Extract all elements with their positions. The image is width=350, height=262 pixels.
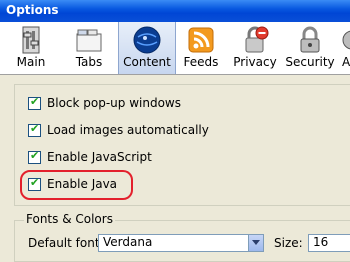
- tab-privacy[interactable]: Privacy: [230, 22, 280, 74]
- tab-advanced[interactable]: A: [340, 22, 350, 74]
- globe-icon: [132, 25, 162, 55]
- default-font-dropdown-button[interactable]: [248, 234, 264, 252]
- tab-tabs[interactable]: Tabs: [66, 22, 112, 74]
- switch-icon: [16, 25, 46, 55]
- chevron-down-icon: [252, 240, 260, 245]
- default-font-select[interactable]: Verdana: [98, 234, 254, 252]
- tab-privacy-label: Privacy: [233, 55, 277, 69]
- advanced-icon: [340, 25, 350, 55]
- font-size-select[interactable]: 16: [308, 234, 350, 252]
- block-popups-checkbox[interactable]: ✔: [28, 95, 41, 110]
- tab-main[interactable]: Main: [8, 22, 54, 74]
- lock-icon: [240, 25, 270, 55]
- tab-main-label: Main: [16, 55, 46, 69]
- load-images-checkbox[interactable]: ✔: [28, 122, 41, 137]
- enable-javascript-label: Enable JavaScript: [47, 150, 152, 164]
- enable-javascript-checkbox[interactable]: ✔: [28, 149, 41, 164]
- tab-content-label: Content: [123, 55, 171, 69]
- size-label: Size:: [274, 236, 303, 250]
- tabs-icon: [74, 25, 104, 55]
- window-title: Options: [6, 3, 59, 17]
- load-images-label: Load images automatically: [47, 123, 209, 137]
- tab-security[interactable]: Security: [284, 22, 336, 74]
- rss-icon: [186, 25, 216, 55]
- enable-java-highlight-annotation: [20, 170, 133, 200]
- fonts-colors-legend: Fonts & Colors: [24, 212, 115, 226]
- tab-content[interactable]: Content: [118, 22, 176, 74]
- title-bar[interactable]: Options: [0, 0, 350, 22]
- tab-advanced-label: A: [342, 55, 350, 69]
- block-popups-label: Block pop-up windows: [47, 96, 181, 110]
- tab-feeds-label: Feeds: [183, 55, 219, 69]
- tab-feeds[interactable]: Feeds: [178, 22, 224, 74]
- options-toolbar: Main Tabs Content Feeds Privacy Security…: [0, 22, 350, 75]
- tab-tabs-label: Tabs: [75, 55, 103, 69]
- tab-security-label: Security: [285, 55, 335, 69]
- default-font-label: Default font:: [28, 236, 104, 250]
- padlock-icon: [295, 25, 325, 55]
